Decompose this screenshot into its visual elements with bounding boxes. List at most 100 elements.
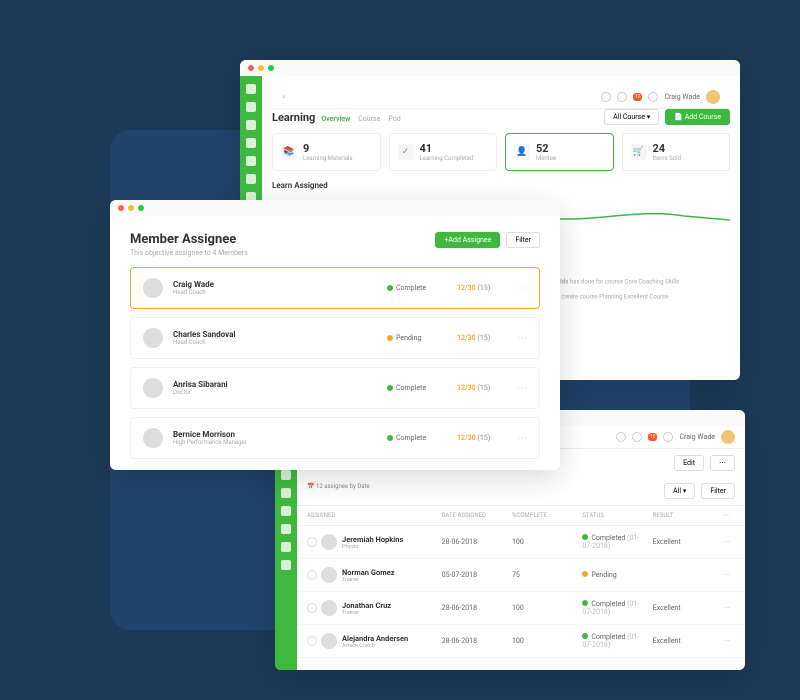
more-icon[interactable]: ⋯ [723,571,735,579]
checkbox[interactable] [307,570,317,580]
mail-icon[interactable] [617,92,627,102]
more-icon[interactable]: ⋯ [517,283,527,294]
member-row[interactable]: Charles SandovalHead Coach Pending 12/30 (… [130,317,540,359]
avatar[interactable] [721,430,735,444]
bell-icon[interactable] [648,92,658,102]
table-row[interactable]: Jonathan CruzTrainer28-06-2018100Complet… [297,592,745,625]
nav-icon[interactable] [281,488,291,498]
tab-overview[interactable]: Overview [321,115,350,123]
status-icon [387,435,393,441]
nav-icon[interactable] [246,138,256,148]
mail-icon[interactable] [632,432,642,442]
more-icon[interactable]: ⋯ [517,333,527,344]
status-icon [387,385,393,391]
table-row[interactable]: Norman GomezTrainer05-07-201875Pending ⋯ [297,559,745,592]
more-icon[interactable]: ⋯ [723,637,735,645]
check-icon: ✓ [398,144,414,160]
cart-icon: 🛒 [631,144,647,160]
panel-subtitle: This objective assignee to 4 Members [130,249,248,257]
nav-icon[interactable] [281,470,291,480]
topbar: ⌕ 10 Craig Wade [272,86,730,109]
avatar [321,534,337,550]
score: 12/30 (15) [457,284,507,292]
member-role: Head Coach [173,289,377,296]
member-name: Anrisa Sibarani [173,380,377,389]
checkbox[interactable] [307,537,317,547]
table-row[interactable]: Alejandra AndersenAttack Coach28-06-2018… [297,625,745,658]
tab-pod[interactable]: Pod [388,115,400,123]
minimize-icon[interactable] [128,205,134,211]
assignee-count: 12 assignee by Date [316,483,370,490]
checkbox[interactable] [307,636,317,646]
maximize-icon[interactable] [138,205,144,211]
nav-icon[interactable] [281,542,291,552]
stat-card[interactable]: 🛒24Items Sold [622,133,731,171]
checkbox[interactable] [307,603,317,613]
member-name: Craig Wade [173,280,377,289]
page-title: Learning [272,111,315,124]
avatar[interactable] [706,90,720,104]
search-icon: ⌕ [282,93,286,102]
filter-button[interactable]: Filter [701,483,735,499]
user-name: Craig Wade [679,433,715,441]
more-icon[interactable]: ⋯ [517,433,527,444]
more-button[interactable]: ⋯ [710,455,735,471]
nav-icon[interactable] [246,120,256,130]
user-name: Craig Wade [664,93,700,101]
maximize-icon[interactable] [268,65,274,71]
tab-course[interactable]: Course [358,115,380,123]
close-icon[interactable] [118,205,124,211]
window-titlebar [240,60,740,76]
chart-title: Learn Assigned [272,181,730,190]
minimize-icon[interactable] [258,65,264,71]
status-pill: Complete [387,384,447,392]
status-pill: Pending [387,334,447,342]
edit-button[interactable]: Edit [674,455,704,471]
status-pill: Complete [387,434,447,442]
member-name: Charles Sandoval [173,330,377,339]
avatar [321,567,337,583]
user-icon: 👤 [514,144,530,160]
filter-dropdown[interactable]: All Course ▾ [604,109,659,125]
window-titlebar [110,200,560,216]
more-icon[interactable]: ⋯ [517,383,527,394]
status-icon [387,335,393,341]
member-role: High Performance Manager [173,439,377,446]
add-course-button[interactable]: 📄 Add Course [665,109,730,125]
score: 12/30 (15) [457,384,507,392]
avatar [143,378,163,398]
status-icon [387,285,393,291]
score: 12/30 (15) [457,334,507,342]
stat-card[interactable]: 👤52Mentee [505,133,614,171]
avatar [143,428,163,448]
search-input[interactable]: ⌕ [282,93,286,102]
nav-icon[interactable] [281,524,291,534]
filter-button[interactable]: Filter [506,232,540,248]
help-icon[interactable] [616,432,626,442]
member-role: Head Coach [173,339,377,346]
help-icon[interactable] [601,92,611,102]
nav-icon[interactable] [281,560,291,570]
stat-card[interactable]: ✓41Learning Completed [389,133,498,171]
member-row[interactable]: Craig WadeHead CoachComplete12/30 (15)⋯ [130,267,540,309]
member-row[interactable]: Anrisa SibaraniDoctor Complete 12/30 (15) ⋯ [130,367,540,409]
bell-icon[interactable] [663,432,673,442]
member-row[interactable]: Bernice MorrisonHigh Performance Manager… [130,417,540,459]
member-role: Doctor [173,389,377,396]
add-assignee-button[interactable]: +Add Assignee [435,232,500,248]
all-dropdown[interactable]: All ▾ [664,483,695,499]
table-row[interactable]: Jeremiah HopkinsPhysio28-06-2018100Compl… [297,526,745,559]
nav-icon[interactable] [246,102,256,112]
close-icon[interactable] [248,65,254,71]
nav-icon[interactable] [246,174,256,184]
stat-card[interactable]: 📚9Learning Materials [272,133,381,171]
nav-icon[interactable] [281,506,291,516]
more-icon[interactable]: ⋯ [723,538,735,546]
notification-badge: 10 [633,93,643,101]
nav-icon[interactable] [246,84,256,94]
avatar [143,328,163,348]
nav-icon[interactable] [246,156,256,166]
more-icon[interactable]: ⋯ [723,604,735,612]
avatar [321,600,337,616]
notification-badge: 10 [648,433,658,441]
